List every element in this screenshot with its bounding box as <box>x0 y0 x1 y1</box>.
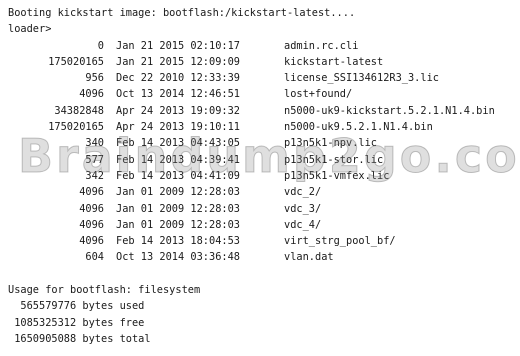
file-row: 4096 Feb 14 2013 18:04:53 virt_strg_pool_b… <box>8 233 516 249</box>
file-row: 4096 Oct 13 2014 12:46:51 lost+found/ <box>8 86 516 102</box>
file-size: 4096 <box>79 235 104 248</box>
file-date: Jan 01 2009 12:28:03 <box>116 218 240 231</box>
file-date: Feb 14 2013 04:43:05 <box>116 137 240 150</box>
file-name: vdc_3/ <box>284 202 322 215</box>
file-name: n5000-uk9-kickstart.5.2.1.N1.4.bin <box>284 104 495 117</box>
boot-line: Booting kickstart image: bootflash:/kick… <box>8 7 356 19</box>
file-name: admin.rc.cli <box>284 39 359 52</box>
file-size: 4096 <box>79 88 104 101</box>
file-date: Apr 24 2013 19:09:32 <box>116 104 240 117</box>
file-date: Jan 01 2009 12:28:03 <box>116 186 240 199</box>
file-name: lost+found/ <box>284 88 353 101</box>
file-size: 342 <box>85 169 104 182</box>
file-date: Feb 14 2013 04:39:41 <box>116 153 240 166</box>
file-name: p13n5k1-stor.lic <box>284 153 384 166</box>
bytes-used: 565579776 bytes used <box>8 300 145 313</box>
bytes-free: 1085325312 bytes free <box>8 316 145 329</box>
usage-title: Usage for bootflash: filesystem <box>8 284 201 297</box>
file-size: 4096 <box>79 218 104 231</box>
file-size: 604 <box>85 251 104 264</box>
file-size: 0 <box>97 39 104 52</box>
file-name: p13n5k1-vmfex.lic <box>284 169 390 182</box>
file-date: Apr 24 2013 19:10:11 <box>116 121 240 134</box>
file-name: vlan.dat <box>284 251 334 264</box>
file-row: 4096 Jan 01 2009 12:28:03 vdc_4/ <box>8 217 516 233</box>
file-row: 175020165 Jan 21 2015 12:09:09 kickstart-l… <box>8 54 516 70</box>
file-size: 956 <box>85 72 104 85</box>
file-size: 4096 <box>79 202 104 215</box>
file-size: 175020165 <box>48 55 104 68</box>
file-row: 4096 Jan 01 2009 12:28:03 vdc_2/ <box>8 184 516 200</box>
file-row: 340 Feb 14 2013 04:43:05 p13n5k1-npv.lic <box>8 135 516 151</box>
file-name: vdc_4/ <box>284 218 322 231</box>
file-size: 4096 <box>79 186 104 199</box>
file-name: license_SSI134612R3_3.lic <box>284 72 439 85</box>
file-date: Oct 13 2014 03:36:48 <box>116 251 240 264</box>
file-name: n5000-uk9.5.2.1.N1.4.bin <box>284 121 433 134</box>
file-row: 0 Jan 21 2015 02:10:17 admin.rc.cli <box>8 38 516 54</box>
file-date: Jan 21 2015 02:10:17 <box>116 39 240 52</box>
file-name: virt_strg_pool_bf/ <box>284 235 396 248</box>
file-date: Jan 01 2009 12:28:03 <box>116 202 240 215</box>
file-row: 604 Oct 13 2014 03:36:48 vlan.dat <box>8 249 516 265</box>
file-size: 340 <box>85 137 104 150</box>
file-size: 34382848 <box>54 104 104 117</box>
file-name: vdc_2/ <box>284 186 322 199</box>
file-listing: 0 Jan 21 2015 02:10:17 admin.rc.cli 175020… <box>8 38 516 266</box>
file-row: 4096 Jan 01 2009 12:28:03 vdc_3/ <box>8 201 516 217</box>
file-name: p13n5k1-npv.lic <box>284 137 377 150</box>
file-date: Feb 14 2013 04:41:09 <box>116 169 240 182</box>
file-row: 175020165 Apr 24 2013 19:10:11 n5000-uk9.5… <box>8 119 516 135</box>
file-date: Jan 21 2015 12:09:09 <box>116 55 240 68</box>
usage-summary: Usage for bootflash: filesystem 56557977… <box>8 282 516 347</box>
file-row: 342 Feb 14 2013 04:41:09 p13n5k1-vmfex.lic <box>8 168 516 184</box>
file-date: Dec 22 2010 12:33:39 <box>116 72 240 85</box>
loader-prompt: loader> <box>8 23 52 36</box>
file-row: 956 Dec 22 2010 12:33:39 license_SSI134612… <box>8 70 516 86</box>
file-size: 175020165 <box>48 121 104 134</box>
file-name: kickstart-latest <box>284 55 384 68</box>
file-date: Oct 13 2014 12:46:51 <box>116 88 240 101</box>
file-row: 34382848 Apr 24 2013 19:09:32 n5000-uk9-ki… <box>8 103 516 119</box>
file-size: 577 <box>85 153 104 166</box>
bytes-total: 1650905088 bytes total <box>8 332 151 345</box>
file-row: 577 Feb 14 2013 04:39:41 p13n5k1-stor.lic <box>8 152 516 168</box>
file-date: Feb 14 2013 18:04:53 <box>116 235 240 248</box>
terminal-window: Booting kickstart image: bootflash:/kick… <box>0 0 520 356</box>
